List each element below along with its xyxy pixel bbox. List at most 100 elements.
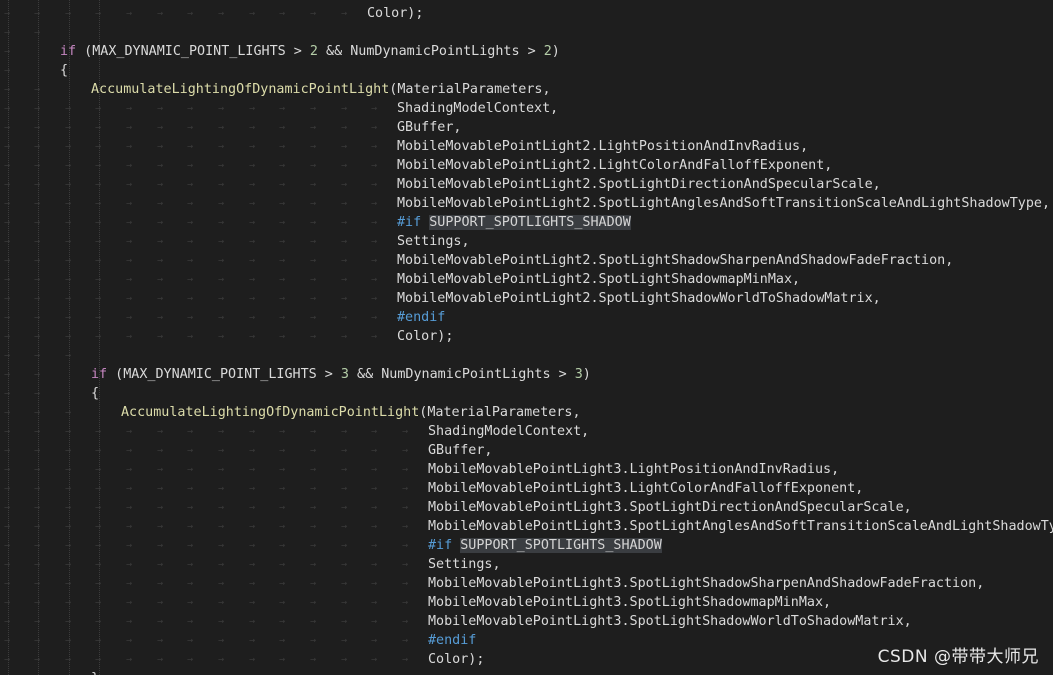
tab-whitespace-marker: → [279, 654, 286, 665]
tab-whitespace-marker: → [341, 578, 348, 589]
tab-whitespace-marker: → [65, 331, 72, 342]
tab-whitespace-marker: → [371, 122, 378, 133]
code-line[interactable]: MobileMovablePointLight3.SpotLightDirect… [428, 498, 912, 517]
code-line[interactable]: MobileMovablePointLight2.SpotLightShadow… [397, 251, 953, 270]
code-line[interactable]: Color); [397, 327, 453, 346]
code-line[interactable]: MobileMovablePointLight2.SpotLightAngles… [397, 194, 1050, 213]
tab-whitespace-marker: → [34, 445, 41, 456]
tab-whitespace-marker: → [402, 578, 409, 589]
code-text: MobileMovablePointLight3.LightPositionAn… [428, 462, 840, 477]
tab-whitespace-marker: → [187, 521, 194, 532]
code-line[interactable]: Settings, [428, 555, 501, 574]
tab-whitespace-marker: → [218, 464, 225, 475]
code-line[interactable]: { [91, 384, 99, 403]
tab-whitespace-marker: → [187, 464, 194, 475]
tab-whitespace-marker: → [218, 274, 225, 285]
code-line[interactable]: #endif [397, 308, 445, 327]
tab-whitespace-marker: → [157, 217, 164, 228]
tab-whitespace-marker: → [187, 426, 194, 437]
code-line[interactable]: MobileMovablePointLight3.SpotLightAngles… [428, 517, 1053, 536]
tab-whitespace-marker: → [34, 407, 41, 418]
tab-whitespace-marker: → [402, 540, 409, 551]
tab-whitespace-marker: → [187, 483, 194, 494]
tab-whitespace-marker: → [157, 8, 164, 19]
code-line[interactable]: #if SUPPORT_SPOTLIGHTS_SHADOW [428, 536, 662, 555]
code-line[interactable]: if (MAX_DYNAMIC_POINT_LIGHTS > 2 && NumD… [60, 42, 560, 61]
tab-whitespace-marker: → [218, 255, 225, 266]
tab-whitespace-marker: → [157, 331, 164, 342]
call-args: (MaterialParameters, [389, 82, 551, 97]
code-line[interactable]: Settings, [397, 232, 470, 251]
tab-whitespace-marker: → [157, 502, 164, 513]
tab-whitespace-marker: → [310, 103, 317, 114]
code-line[interactable]: MobileMovablePointLight2.LightPositionAn… [397, 137, 808, 156]
code-line[interactable]: MobileMovablePointLight3.SpotLightShadow… [428, 574, 984, 593]
tab-whitespace-marker: → [95, 293, 102, 304]
code-text: MobileMovablePointLight2.LightColorAndFa… [397, 158, 833, 173]
tab-whitespace-marker: → [4, 293, 11, 304]
code-editor[interactable]: → → → → → → → → → → → → Color); → → → if (MAX_DYNAMIC_PO… [0, 0, 1053, 675]
code-text: MobileMovablePointLight3.LightColorAndFa… [428, 481, 864, 496]
code-line[interactable]: { [60, 61, 68, 80]
tab-whitespace-marker: → [218, 502, 225, 513]
tab-whitespace-marker: → [126, 255, 133, 266]
code-line[interactable]: AccumulateLightingOfDynamicPointLight(Ma… [91, 80, 551, 99]
tab-whitespace-marker: → [4, 578, 11, 589]
code-line[interactable]: MobileMovablePointLight3.SpotLightShadow… [428, 593, 831, 612]
code-line[interactable]: Color); [428, 650, 484, 669]
code-line[interactable]: ShadingModelContext, [397, 99, 558, 118]
tab-whitespace-marker: → [4, 445, 11, 456]
code-line[interactable]: MobileMovablePointLight3.LightColorAndFa… [428, 479, 863, 498]
tab-whitespace-marker: → [34, 350, 41, 361]
code-line[interactable]: ShadingModelContext, [428, 422, 589, 441]
tab-whitespace-marker: → [95, 578, 102, 589]
tab-whitespace-marker: → [157, 141, 164, 152]
tab-whitespace-marker: → [126, 141, 133, 152]
tab-whitespace-marker: → [65, 521, 72, 532]
tab-whitespace-marker: → [249, 198, 256, 209]
code-line[interactable]: GBuffer, [428, 441, 493, 460]
tab-whitespace-marker: → [4, 464, 11, 475]
tab-whitespace-marker: → [95, 502, 102, 513]
tab-whitespace-marker: → [218, 540, 225, 551]
tab-whitespace-marker: → [157, 521, 164, 532]
code-line[interactable]: } [91, 669, 99, 675]
tab-whitespace-marker: → [310, 312, 317, 323]
code-line[interactable]: if (MAX_DYNAMIC_POINT_LIGHTS > 3 && NumD… [91, 365, 591, 384]
tab-whitespace-marker: → [341, 483, 348, 494]
tab-whitespace-marker: → [34, 483, 41, 494]
tab-whitespace-marker: → [310, 8, 317, 19]
tab-whitespace-marker: → [249, 179, 256, 190]
code-line[interactable]: #endif [428, 631, 476, 650]
tab-whitespace-marker: → [187, 502, 194, 513]
code-line[interactable]: MobileMovablePointLight3.LightPositionAn… [428, 460, 839, 479]
tab-whitespace-marker: → [187, 255, 194, 266]
tab-whitespace-marker: → [157, 559, 164, 570]
tab-whitespace-marker: → [157, 198, 164, 209]
code-line[interactable]: GBuffer, [397, 118, 462, 137]
tab-whitespace-marker: → [341, 426, 348, 437]
tab-whitespace-marker: → [4, 635, 11, 646]
tab-whitespace-marker: → [341, 122, 348, 133]
tab-whitespace-marker: → [157, 483, 164, 494]
tab-whitespace-marker: → [279, 122, 286, 133]
tab-whitespace-marker: → [95, 464, 102, 475]
tab-whitespace-marker: → [218, 160, 225, 171]
tab-whitespace-marker: → [279, 502, 286, 513]
tab-whitespace-marker: → [95, 426, 102, 437]
code-line[interactable]: AccumulateLightingOfDynamicPointLight(Ma… [121, 403, 581, 422]
tab-whitespace-marker: → [126, 597, 133, 608]
code-line[interactable]: MobileMovablePointLight2.SpotLightShadow… [397, 270, 800, 289]
tab-whitespace-marker: → [371, 464, 378, 475]
code-line[interactable]: MobileMovablePointLight2.SpotLightDirect… [397, 175, 881, 194]
code-line[interactable]: MobileMovablePointLight2.SpotLightShadow… [397, 289, 881, 308]
code-line[interactable]: #if SUPPORT_SPOTLIGHTS_SHADOW [397, 213, 631, 232]
tab-whitespace-marker: → [341, 502, 348, 513]
code-line[interactable]: MobileMovablePointLight2.LightColorAndFa… [397, 156, 832, 175]
tab-whitespace-marker: → [4, 388, 11, 399]
tab-whitespace-marker: → [4, 331, 11, 342]
code-line[interactable]: Color); [367, 4, 423, 23]
tab-whitespace-marker: → [65, 483, 72, 494]
code-line[interactable]: MobileMovablePointLight3.SpotLightShadow… [428, 612, 912, 631]
tab-whitespace-marker: → [95, 236, 102, 247]
